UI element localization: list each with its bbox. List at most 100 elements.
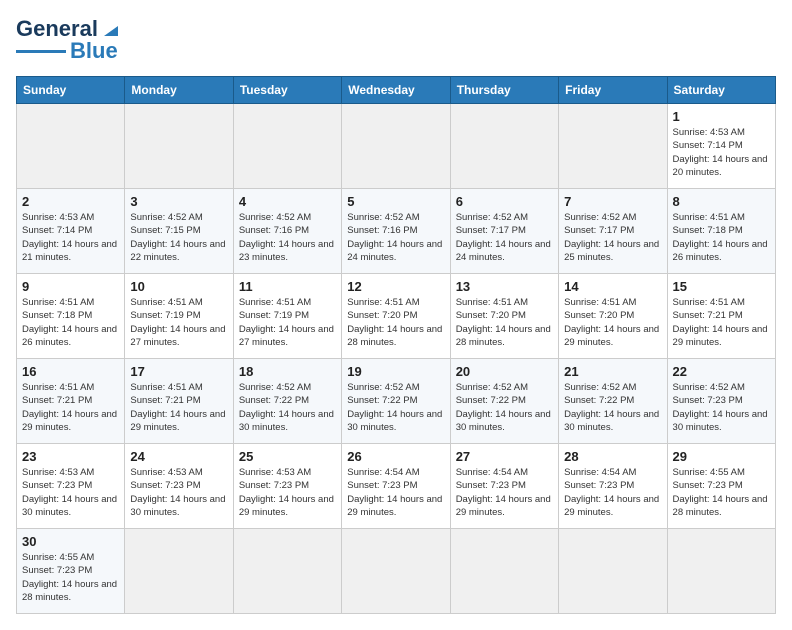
calendar-day-header: Wednesday [342, 77, 450, 104]
cell-info: Sunrise: 4:52 AMSunset: 7:15 PMDaylight:… [130, 211, 227, 264]
day-number: 5 [347, 194, 444, 209]
calendar-cell [233, 529, 341, 614]
day-number: 30 [22, 534, 119, 549]
cell-info: Sunrise: 4:51 AMSunset: 7:21 PMDaylight:… [22, 381, 119, 434]
calendar-day-header: Sunday [17, 77, 125, 104]
cell-info: Sunrise: 4:51 AMSunset: 7:19 PMDaylight:… [239, 296, 336, 349]
calendar-cell: 3 Sunrise: 4:52 AMSunset: 7:15 PMDaylight… [125, 189, 233, 274]
calendar-week-row: 16Sunrise: 4:51 AMSunset: 7:21 PMDayligh… [17, 359, 776, 444]
cell-info: Sunrise: 4:52 AMSunset: 7:16 PMDaylight:… [239, 211, 336, 264]
cell-info: Sunrise: 4:53 AMSunset: 7:23 PMDaylight:… [239, 466, 336, 519]
cell-info: Sunrise: 4:51 AMSunset: 7:18 PMDaylight:… [22, 296, 119, 349]
day-number: 13 [456, 279, 553, 294]
cell-info: Sunrise: 4:51 AMSunset: 7:19 PMDaylight:… [130, 296, 227, 349]
cell-info: Sunrise: 4:51 AMSunset: 7:20 PMDaylight:… [347, 296, 444, 349]
calendar-cell: 7Sunrise: 4:52 AMSunset: 7:17 PMDaylight… [559, 189, 667, 274]
calendar-cell [125, 529, 233, 614]
calendar-week-row: 1 Sunrise: 4:53 AMSunset: 7:14 PMDaylight… [17, 104, 776, 189]
cell-info: Sunrise: 4:54 AMSunset: 7:23 PMDaylight:… [456, 466, 553, 519]
calendar-cell: 29 Sunrise: 4:55 AMSunset: 7:23 PMDayligh… [667, 444, 775, 529]
calendar-cell: 18Sunrise: 4:52 AMSunset: 7:22 PMDayligh… [233, 359, 341, 444]
cell-info: Sunrise: 4:52 AMSunset: 7:16 PMDaylight:… [347, 211, 444, 264]
calendar-cell: 23Sunrise: 4:53 AMSunset: 7:23 PMDayligh… [17, 444, 125, 529]
calendar-cell [342, 529, 450, 614]
calendar-week-row: 9 Sunrise: 4:51 AMSunset: 7:18 PMDaylight… [17, 274, 776, 359]
cell-info: Sunrise: 4:53 AMSunset: 7:14 PMDaylight:… [22, 211, 119, 264]
calendar-cell: 12Sunrise: 4:51 AMSunset: 7:20 PMDayligh… [342, 274, 450, 359]
day-number: 14 [564, 279, 661, 294]
cell-info: Sunrise: 4:52 AMSunset: 7:22 PMDaylight:… [456, 381, 553, 434]
day-number: 28 [564, 449, 661, 464]
page-header: General Blue [16, 16, 776, 64]
day-number: 10 [130, 279, 227, 294]
calendar-cell: 6 Sunrise: 4:52 AMSunset: 7:17 PMDaylight… [450, 189, 558, 274]
calendar-cell: 2 Sunrise: 4:53 AMSunset: 7:14 PMDaylight… [17, 189, 125, 274]
cell-info: Sunrise: 4:55 AMSunset: 7:23 PMDaylight:… [673, 466, 770, 519]
day-number: 15 [673, 279, 770, 294]
cell-info: Sunrise: 4:52 AMSunset: 7:22 PMDaylight:… [239, 381, 336, 434]
day-number: 24 [130, 449, 227, 464]
calendar-cell [559, 104, 667, 189]
day-number: 25 [239, 449, 336, 464]
day-number: 2 [22, 194, 119, 209]
logo-underline [16, 50, 66, 53]
calendar-cell: 25 Sunrise: 4:53 AMSunset: 7:23 PMDayligh… [233, 444, 341, 529]
cell-info: Sunrise: 4:55 AMSunset: 7:23 PMDaylight:… [22, 551, 119, 604]
calendar-cell [17, 104, 125, 189]
calendar-cell: 5 Sunrise: 4:52 AMSunset: 7:16 PMDaylight… [342, 189, 450, 274]
day-number: 22 [673, 364, 770, 379]
calendar-cell: 10 Sunrise: 4:51 AMSunset: 7:19 PMDayligh… [125, 274, 233, 359]
day-number: 27 [456, 449, 553, 464]
day-number: 19 [347, 364, 444, 379]
cell-info: Sunrise: 4:51 AMSunset: 7:21 PMDaylight:… [673, 296, 770, 349]
calendar-cell: 15 Sunrise: 4:51 AMSunset: 7:21 PMDayligh… [667, 274, 775, 359]
calendar-cell [559, 529, 667, 614]
calendar-cell: 16Sunrise: 4:51 AMSunset: 7:21 PMDayligh… [17, 359, 125, 444]
day-number: 1 [673, 109, 770, 124]
calendar-week-row: 23 Sunrise: 4:53 AMSunset: 7:23 PMDayligh… [17, 444, 776, 529]
calendar-day-header: Friday [559, 77, 667, 104]
calendar-cell: 11Sunrise: 4:51 AMSunset: 7:19 PMDayligh… [233, 274, 341, 359]
day-number: 20 [456, 364, 553, 379]
calendar-cell: 30 Sunrise: 4:55 AMSunset: 7:23 PMDayligh… [17, 529, 125, 614]
day-number: 26 [347, 449, 444, 464]
calendar-cell: 24 Sunrise: 4:53 AMSunset: 7:23 PMDayligh… [125, 444, 233, 529]
calendar-cell: 27 Sunrise: 4:54 AMSunset: 7:23 PMDayligh… [450, 444, 558, 529]
logo-blue-text: Blue [70, 38, 118, 64]
calendar-cell: 20 Sunrise: 4:52 AMSunset: 7:22 PMDayligh… [450, 359, 558, 444]
cell-info: Sunrise: 4:52 AMSunset: 7:22 PMDaylight:… [347, 381, 444, 434]
day-number: 17 [130, 364, 227, 379]
calendar-cell: 13Sunrise: 4:51 AMSunset: 7:20 PMDayligh… [450, 274, 558, 359]
logo-icon [100, 18, 122, 40]
calendar-day-header: Monday [125, 77, 233, 104]
day-number: 3 [130, 194, 227, 209]
calendar-cell: 19 Sunrise: 4:52 AMSunset: 7:22 PMDayligh… [342, 359, 450, 444]
cell-info: Sunrise: 4:52 AMSunset: 7:17 PMDaylight:… [456, 211, 553, 264]
day-number: 29 [673, 449, 770, 464]
calendar-cell [342, 104, 450, 189]
day-number: 6 [456, 194, 553, 209]
calendar-table: SundayMondayTuesdayWednesdayThursdayFrid… [16, 76, 776, 614]
calendar-cell [125, 104, 233, 189]
cell-info: Sunrise: 4:51 AMSunset: 7:21 PMDaylight:… [130, 381, 227, 434]
calendar-day-header: Thursday [450, 77, 558, 104]
calendar-cell: 22Sunrise: 4:52 AMSunset: 7:23 PMDayligh… [667, 359, 775, 444]
day-number: 9 [22, 279, 119, 294]
calendar-header-row: SundayMondayTuesdayWednesdayThursdayFrid… [17, 77, 776, 104]
cell-info: Sunrise: 4:52 AMSunset: 7:17 PMDaylight:… [564, 211, 661, 264]
calendar-cell: 1 Sunrise: 4:53 AMSunset: 7:14 PMDaylight… [667, 104, 775, 189]
calendar-cell: 21Sunrise: 4:52 AMSunset: 7:22 PMDayligh… [559, 359, 667, 444]
calendar-cell [667, 529, 775, 614]
day-number: 4 [239, 194, 336, 209]
logo: General Blue [16, 16, 122, 64]
calendar-cell: 14 Sunrise: 4:51 AMSunset: 7:20 PMDayligh… [559, 274, 667, 359]
calendar-cell: 28Sunrise: 4:54 AMSunset: 7:23 PMDayligh… [559, 444, 667, 529]
day-number: 23 [22, 449, 119, 464]
cell-info: Sunrise: 4:53 AMSunset: 7:23 PMDaylight:… [130, 466, 227, 519]
calendar-cell [450, 529, 558, 614]
calendar-week-row: 2 Sunrise: 4:53 AMSunset: 7:14 PMDaylight… [17, 189, 776, 274]
cell-info: Sunrise: 4:53 AMSunset: 7:14 PMDaylight:… [673, 126, 770, 179]
calendar-cell: 8Sunrise: 4:51 AMSunset: 7:18 PMDaylight… [667, 189, 775, 274]
calendar-day-header: Saturday [667, 77, 775, 104]
cell-info: Sunrise: 4:51 AMSunset: 7:20 PMDaylight:… [564, 296, 661, 349]
